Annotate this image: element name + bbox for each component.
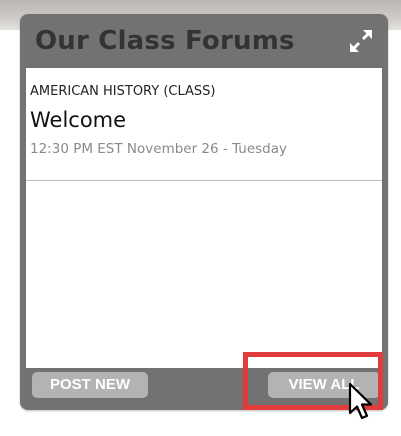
forum-list-item[interactable]: AMERICAN HISTORY (CLASS) Welcome 12:30 P… (26, 68, 382, 181)
widget-header: Our Class Forums (20, 14, 388, 68)
forum-timestamp: 12:30 PM EST November 26 - Tuesday (30, 141, 287, 157)
post-new-button[interactable]: POST NEW (32, 372, 148, 398)
expand-icon[interactable] (348, 28, 374, 54)
mouse-pointer-icon (348, 382, 373, 420)
class-forums-widget: Our Class Forums AMERICAN HISTORY (CLASS… (20, 14, 388, 410)
forum-topic-link[interactable]: Welcome (30, 108, 126, 132)
expand-arrows-icon (350, 30, 372, 52)
forum-class-name: AMERICAN HISTORY (CLASS) (30, 84, 216, 99)
widget-title: Our Class Forums (35, 26, 295, 56)
forums-panel: AMERICAN HISTORY (CLASS) Welcome 12:30 P… (26, 68, 382, 368)
